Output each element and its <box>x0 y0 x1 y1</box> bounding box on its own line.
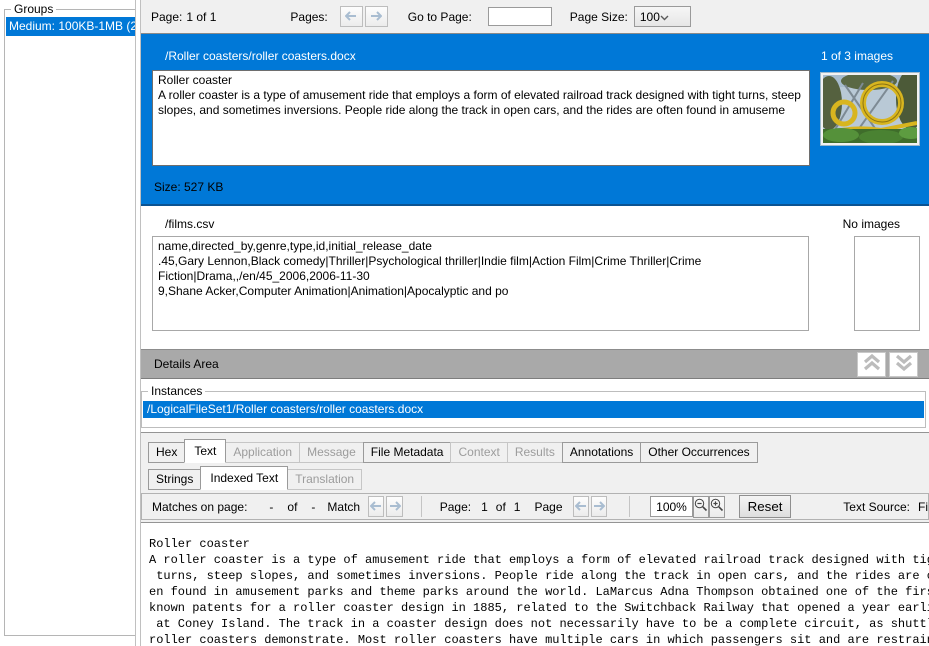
text-page-word: Page <box>534 500 562 514</box>
tab-file-metadata[interactable]: File Metadata <box>363 442 452 463</box>
text-page-label: Page: <box>440 500 471 514</box>
matches-current: - <box>269 500 273 514</box>
text-line: en found in amusement parks and theme pa… <box>149 584 929 600</box>
prev-page-button[interactable] <box>340 6 363 27</box>
matches-label: Matches on page: <box>152 500 247 514</box>
page-size-value: 100 <box>640 10 660 24</box>
text-line: Roller coaster <box>149 536 929 552</box>
double-chevron-up-icon <box>862 354 882 374</box>
collapse-up-button[interactable] <box>857 352 886 377</box>
tab-application: Application <box>225 442 300 463</box>
file-size-label: Size: 527 KB <box>154 180 223 194</box>
text-subtabs: Strings Indexed Text Translation <box>141 463 929 490</box>
pages-label: Pages: <box>290 10 327 24</box>
sidebar-item-medium-group[interactable]: Medium: 100KB-1MB (2) <box>6 17 144 36</box>
tab-context: Context <box>450 442 507 463</box>
file-path: /films.csv <box>165 217 214 231</box>
content-viewer-panel: Hex Text Application Message File Metada… <box>141 432 929 646</box>
arrow-right-icon <box>370 9 382 24</box>
arrow-right-icon <box>389 499 401 514</box>
groups-panel: Groups Medium: 100KB-1MB (2) <box>4 2 146 636</box>
match-label: Match <box>327 500 360 514</box>
arrow-left-icon <box>345 9 357 24</box>
image-placeholder <box>854 236 920 331</box>
tab-other-occurrences[interactable]: Other Occurrences <box>640 442 757 463</box>
tab-text[interactable]: Text <box>184 439 226 463</box>
tab-annotations[interactable]: Annotations <box>562 442 641 463</box>
text-line: known patents for a roller coaster desig… <box>149 600 929 616</box>
tab-hex[interactable]: Hex <box>148 442 185 463</box>
next-match-button[interactable] <box>386 496 402 517</box>
page-size-select[interactable]: 100 <box>634 6 691 27</box>
text-line: roller coasters demonstrate. Most roller… <box>149 632 929 646</box>
image-count-label: 1 of 3 images <box>821 49 893 63</box>
arrow-left-icon <box>575 499 587 514</box>
instances-panel: Instances /LogicalFileSet1/Roller coaste… <box>141 384 926 428</box>
instance-row[interactable]: /LogicalFileSet1/Roller coasters/roller … <box>143 401 924 418</box>
page-size-label: Page Size: <box>570 10 628 24</box>
text-source-value[interactable]: Fi <box>918 500 928 514</box>
arrow-right-icon <box>593 499 605 514</box>
viewer-tabs: Hex Text Application Message File Metada… <box>141 433 929 463</box>
text-prev-page-button[interactable] <box>573 496 589 517</box>
details-area-bar: Details Area <box>141 349 929 379</box>
image-count-label: No images <box>843 217 900 231</box>
file-text-preview[interactable]: Roller coaster A roller coaster is a typ… <box>152 70 810 166</box>
roller-coaster-thumbnail[interactable] <box>820 72 920 146</box>
details-area-label: Details Area <box>154 357 219 371</box>
text-line: at Coney Island. The track in a coaster … <box>149 616 929 632</box>
text-line: A roller coaster is a type of amusement … <box>149 552 929 568</box>
reset-button[interactable]: Reset <box>739 495 791 518</box>
text-page-of: of <box>496 500 506 514</box>
tab-results: Results <box>507 442 563 463</box>
chevron-down-icon <box>660 10 669 24</box>
magnifier-minus-icon <box>694 498 708 515</box>
file-text-preview[interactable]: name,directed_by,genre,type,id,initial_r… <box>152 236 809 331</box>
roller-coaster-image <box>823 75 917 143</box>
matches-of-label: of <box>287 500 297 514</box>
page-value: 1 of 1 <box>186 10 216 24</box>
groups-title: Groups <box>11 2 56 16</box>
zoom-out-button[interactable] <box>693 496 709 518</box>
goto-page-input[interactable] <box>488 7 552 26</box>
page-label: Page: <box>151 10 182 24</box>
app-window: Groups Medium: 100KB-1MB (2) Page: 1 of … <box>0 0 929 646</box>
prev-match-button[interactable] <box>368 496 384 517</box>
text-page-total: 1 <box>514 500 521 514</box>
instances-title: Instances <box>148 384 205 398</box>
pagination-toolbar: Page: 1 of 1 Pages: Go to Page: Page Siz… <box>141 0 929 34</box>
text-next-page-button[interactable] <box>591 496 607 517</box>
tab-strings[interactable]: Strings <box>148 469 201 490</box>
tab-indexed-text[interactable]: Indexed Text <box>200 466 288 490</box>
double-chevron-down-icon <box>894 354 914 374</box>
indexed-text-content[interactable]: Roller coaster A roller coaster is a typ… <box>141 522 929 646</box>
matches-total: - <box>311 500 315 514</box>
zoom-level-field[interactable]: 100% <box>650 496 693 517</box>
text-page-current: 1 <box>481 500 488 514</box>
goto-page-label: Go to Page: <box>408 10 472 24</box>
tab-message: Message <box>299 442 364 463</box>
file-card-roller-coasters[interactable]: /Roller coasters/roller coasters.docx 1 … <box>141 34 929 206</box>
magnifier-plus-icon <box>710 498 724 515</box>
file-path: /Roller coasters/roller coasters.docx <box>165 49 356 63</box>
indexed-text-toolbar: Matches on page: - of - Match Page: 1 of… <box>141 493 929 520</box>
text-line: turns, steep slopes, and sometimes inver… <box>149 568 929 584</box>
groups-sidebar: Groups Medium: 100KB-1MB (2) <box>0 0 135 646</box>
next-page-button[interactable] <box>365 6 388 27</box>
expand-down-button[interactable] <box>889 352 918 377</box>
tab-translation: Translation <box>287 469 362 490</box>
file-card-films-csv[interactable]: /films.csv No images name,directed_by,ge… <box>141 206 929 344</box>
arrow-left-icon <box>370 499 382 514</box>
zoom-in-button[interactable] <box>709 496 725 518</box>
main-panel: Page: 1 of 1 Pages: Go to Page: Page Siz… <box>141 0 929 646</box>
text-source-label: Text Source: <box>843 500 910 514</box>
